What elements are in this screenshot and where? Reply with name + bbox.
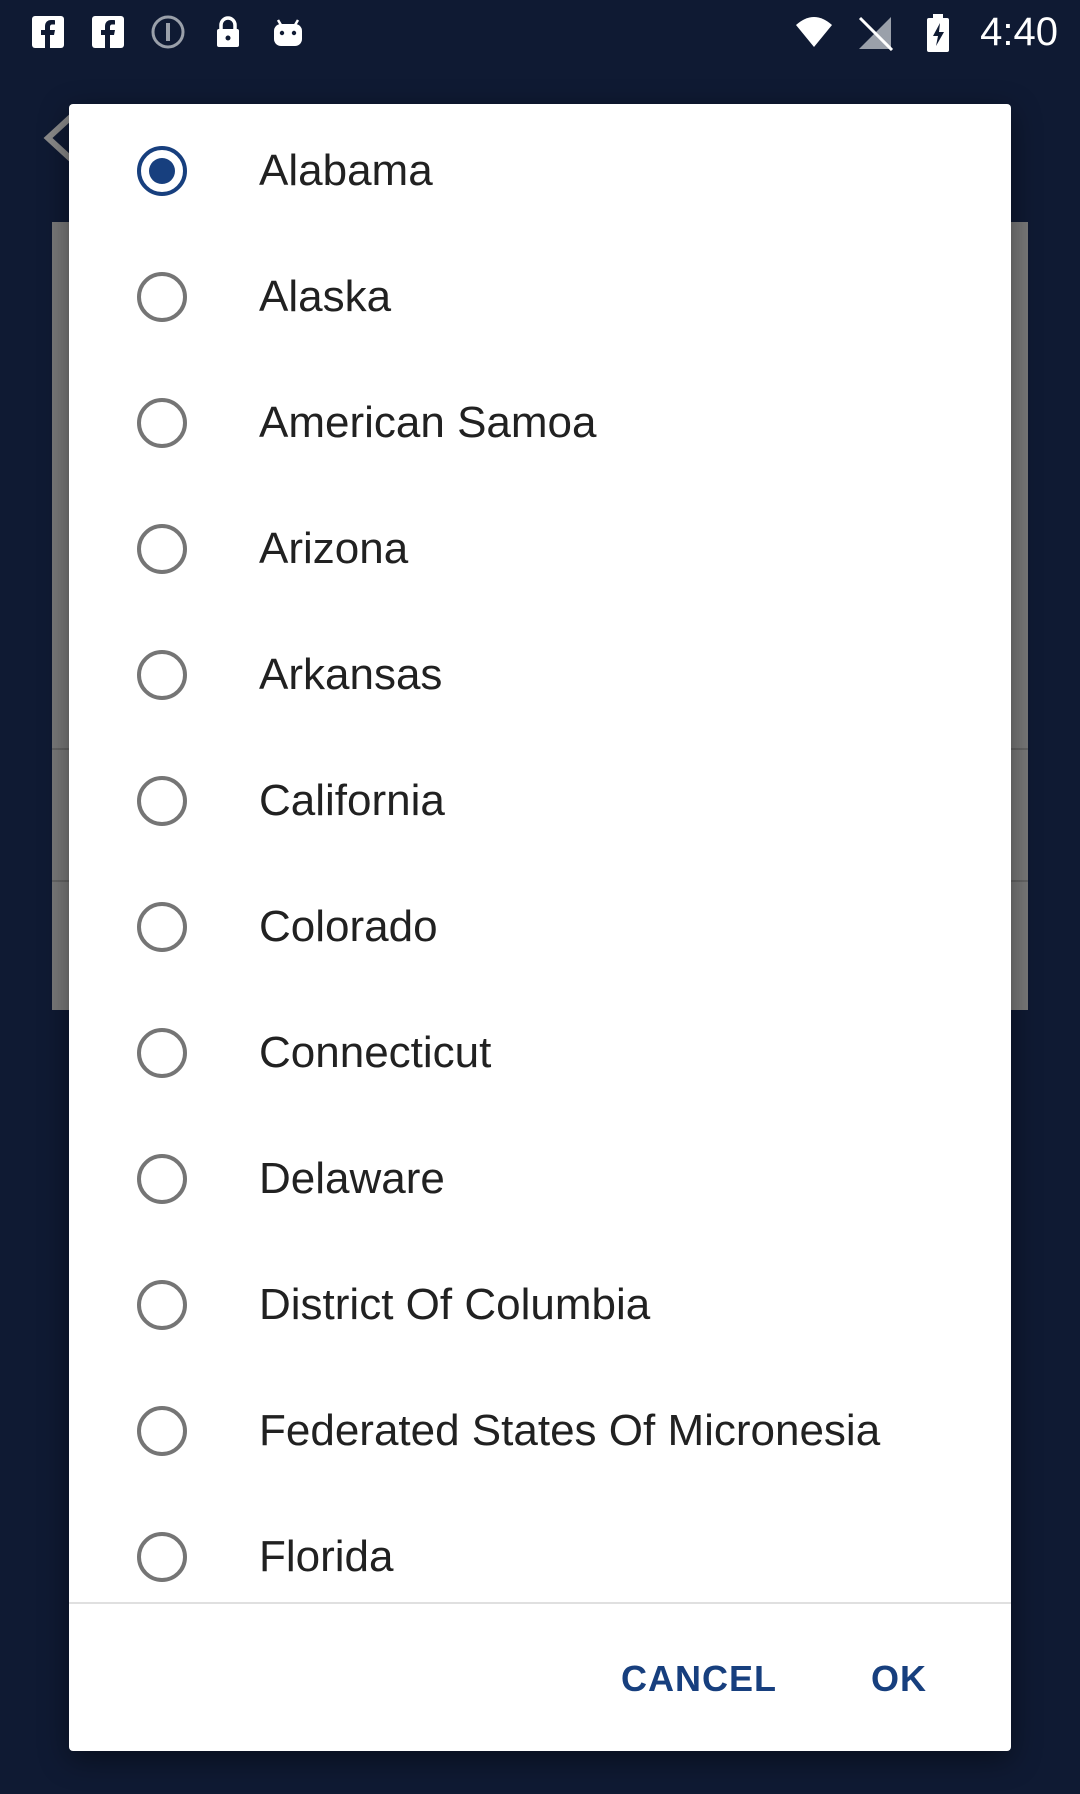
state-option-label: Connecticut <box>259 1028 492 1077</box>
state-option[interactable]: Connecticut <box>69 990 1011 1116</box>
radio-unchecked-icon[interactable] <box>137 1406 187 1456</box>
cancel-button[interactable]: CANCEL <box>614 1644 784 1714</box>
radio-unchecked-icon[interactable] <box>137 902 187 952</box>
radio-unchecked-icon[interactable] <box>137 1154 187 1204</box>
state-option-label: Florida <box>259 1532 394 1581</box>
radio-unchecked-icon[interactable] <box>137 1280 187 1330</box>
state-option[interactable]: Alaska <box>69 234 1011 360</box>
dialog-actions: CANCEL OK <box>69 1604 1011 1751</box>
state-option-list[interactable]: Alabama Alaska American Samoa Arizona Arkans… <box>69 104 1011 1602</box>
radio-unchecked-icon[interactable] <box>137 272 187 322</box>
state-option-label: American Samoa <box>259 398 597 447</box>
radio-dot-icon <box>149 158 175 184</box>
state-picker-dialog: Alabama Alaska American Samoa Arizona Arkans… <box>69 104 1011 1751</box>
state-option-label: Colorado <box>259 902 438 951</box>
radio-unchecked-icon[interactable] <box>137 524 187 574</box>
state-option[interactable]: District Of Columbia <box>69 1242 1011 1368</box>
state-option[interactable]: Alabama <box>69 108 1011 234</box>
radio-unchecked-icon[interactable] <box>137 398 187 448</box>
state-option[interactable]: Florida <box>69 1494 1011 1602</box>
state-option[interactable]: California <box>69 738 1011 864</box>
radio-checked-icon[interactable] <box>137 146 187 196</box>
radio-unchecked-icon[interactable] <box>137 1028 187 1078</box>
ok-button[interactable]: OK <box>859 1644 939 1714</box>
state-option-label: District Of Columbia <box>259 1280 651 1329</box>
state-option[interactable]: Delaware <box>69 1116 1011 1242</box>
state-option-label: Arkansas <box>259 650 443 699</box>
state-option-label: Federated States Of Micronesia <box>259 1406 881 1455</box>
state-option-label: Arizona <box>259 524 409 573</box>
radio-unchecked-icon[interactable] <box>137 1532 187 1582</box>
state-option[interactable]: Federated States Of Micronesia <box>69 1368 1011 1494</box>
state-option[interactable]: Colorado <box>69 864 1011 990</box>
state-option-label: Delaware <box>259 1154 445 1203</box>
state-option[interactable]: Arkansas <box>69 612 1011 738</box>
radio-unchecked-icon[interactable] <box>137 776 187 826</box>
state-option[interactable]: American Samoa <box>69 360 1011 486</box>
radio-unchecked-icon[interactable] <box>137 650 187 700</box>
state-option-label: Alabama <box>259 146 433 195</box>
state-option[interactable]: Arizona <box>69 486 1011 612</box>
state-option-label: California <box>259 776 445 825</box>
state-option-label: Alaska <box>259 272 392 321</box>
